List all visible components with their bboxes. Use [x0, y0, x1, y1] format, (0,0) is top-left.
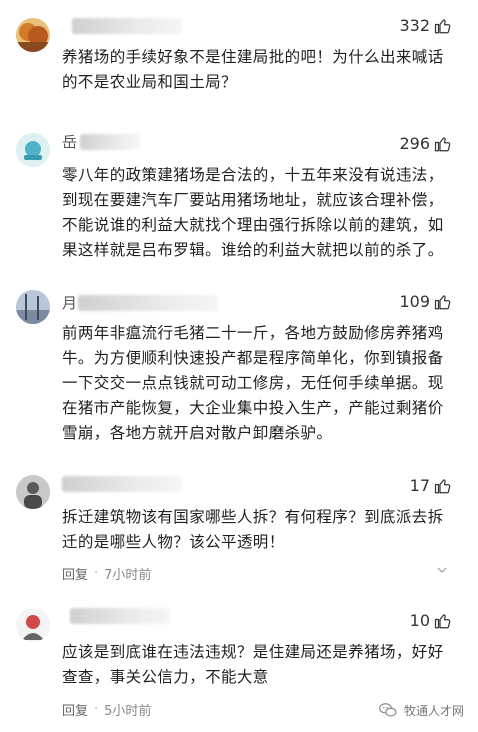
- like-button[interactable]: 332: [399, 16, 452, 35]
- commenter-name[interactable]: 岳: [62, 131, 77, 152]
- more-options-button[interactable]: [436, 564, 448, 580]
- comment-text: 应该是到底谁在违法违规？是住建局还是养猪场，好好查查，事关公信力，不能大意: [62, 643, 444, 686]
- like-button[interactable]: 17: [410, 476, 452, 495]
- avatar[interactable]: [16, 18, 50, 52]
- reply-button[interactable]: 回复: [62, 700, 88, 719]
- thumbs-up-icon: [434, 478, 451, 493]
- comment-text: 养猪场的手续好象不是住建局批的吧！为什么出来喊话的不是农业局和国土局？: [62, 48, 444, 91]
- thumbs-up-icon: [434, 18, 451, 33]
- thumbs-up-icon: [434, 294, 451, 309]
- chevron-down-icon: [437, 567, 447, 573]
- avatar[interactable]: [16, 475, 50, 509]
- comment-meta: 回复 · 5小时前: [62, 700, 151, 719]
- commenter-name-blurred: [78, 295, 218, 311]
- commenter-name-blurred: [80, 134, 140, 150]
- watermark-text: 牧通人才网: [403, 703, 464, 718]
- like-count: 296: [399, 134, 430, 153]
- reply-button[interactable]: 回复: [62, 564, 88, 583]
- avatar[interactable]: [16, 290, 50, 324]
- wechat-logo-icon: [379, 703, 397, 717]
- commenter-name[interactable]: 月: [62, 292, 77, 313]
- thumbs-up-icon: [434, 613, 451, 628]
- avatar[interactable]: [16, 608, 50, 642]
- avatar[interactable]: [16, 133, 50, 167]
- comment-text: 拆迁建筑物该有国家哪些人拆？有何程序？到底派去拆迁的是哪些人物？该公平透明！: [62, 508, 444, 551]
- thumbs-up-icon: [434, 136, 451, 151]
- commenter-name-blurred: [70, 608, 170, 624]
- comment-text: 零八年的政策建猪场是合法的，十五年来没有说违法，到现在要建汽车厂要站用猪场地址，…: [62, 166, 444, 259]
- like-count: 10: [409, 611, 430, 630]
- commenter-name-blurred: [62, 476, 182, 492]
- like-count: 109: [399, 292, 430, 311]
- meta-separator: ·: [94, 566, 99, 581]
- like-button[interactable]: 10: [410, 611, 452, 630]
- like-button[interactable]: 109: [399, 292, 452, 311]
- comment-text: 前两年非瘟流行毛猪二十一斤，各地方鼓励修房养猪鸡牛。为方便顺利快速投产都是程序简…: [62, 324, 444, 442]
- watermark: 牧通人才网: [378, 700, 464, 720]
- like-button[interactable]: 296: [399, 134, 452, 153]
- commenter-name-blurred: [72, 18, 182, 34]
- meta-separator: ·: [94, 702, 99, 717]
- like-count: 17: [409, 476, 430, 495]
- comment-time: 7小时前: [104, 568, 152, 583]
- comment-time: 5小时前: [104, 704, 152, 719]
- comment-meta: 回复 · 7小时前: [62, 564, 151, 583]
- like-count: 332: [399, 16, 430, 35]
